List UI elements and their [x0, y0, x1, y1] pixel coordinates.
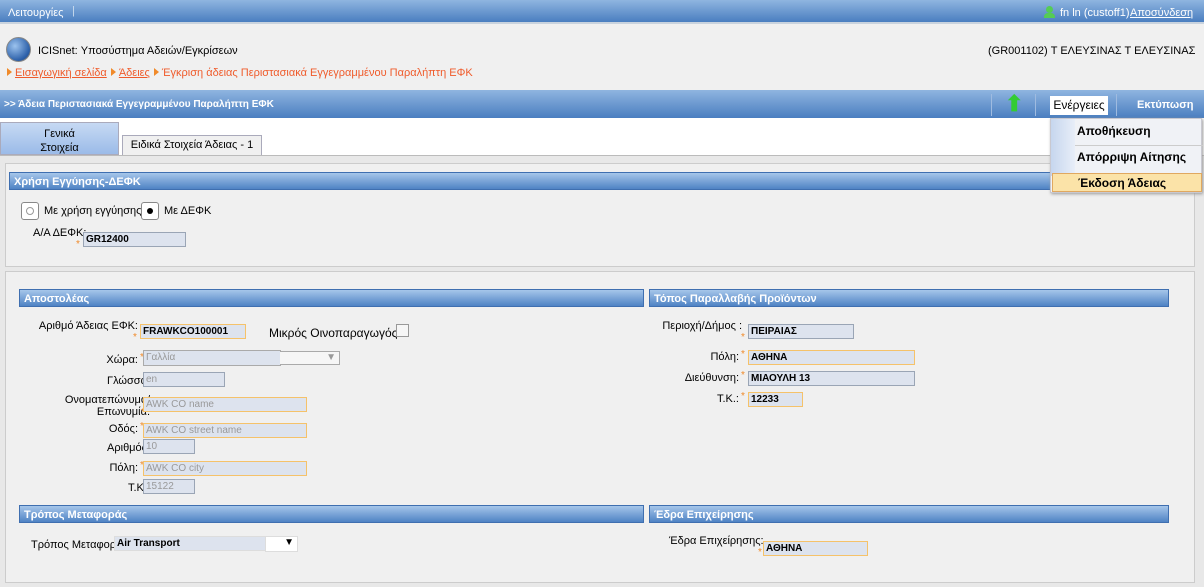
print-button[interactable]: Εκτύπωση	[1137, 99, 1193, 111]
area-input[interactable]: ΠΕΙΡΑΙΑΣ	[748, 324, 854, 339]
top-bar: Λειτουργίες | fn ln (custoff1) Αποσύνδεσ…	[0, 0, 1204, 24]
office-label: (GR001102) Τ ΕΛΕΥΣΙΝΑΣ Τ ΕΛΕΥΣΙΝΑΣ	[988, 45, 1196, 57]
seat-input[interactable]: ΑΘΗΝΑ	[763, 541, 868, 556]
permit-label: Αριθμό Άδειας ΕΦΚ:	[38, 320, 138, 332]
actions-menu: Αποθήκευση Απόρριψη Αίτησης Έκδοση Άδεια…	[1050, 118, 1203, 193]
section-header: Έδρα Επιχείρησης	[649, 505, 1169, 523]
country-label: Χώρα:	[106, 354, 138, 366]
number-label: Αριθμός:	[107, 442, 150, 454]
chevron-down-icon: ▼	[280, 351, 340, 365]
breadcrumb-current: Έγκριση άδειας Περιστασιακά Εγγεγραμμένο…	[161, 67, 473, 79]
menu-item-save[interactable]: Αποθήκευση	[1077, 124, 1151, 138]
tab-label: Ειδικά Στοιχεία Άδειας - 1	[130, 139, 254, 151]
breadcrumb: Εισαγωγική σελίδα Άδειες Έγκριση άδειας …	[6, 67, 473, 79]
action-bar: >> Άδεια Περιστασιακά Εγγεγραμμένου Παρα…	[0, 90, 1204, 118]
tab-special[interactable]: Ειδικά Στοιχεία Άδειας - 1	[122, 135, 262, 156]
small-producer-checkbox[interactable]	[396, 324, 409, 337]
country-select[interactable]: Γαλλία ▼	[143, 350, 340, 366]
address-input[interactable]: ΜΙΑΟΥΛΗ 13	[748, 371, 915, 386]
aa-defk-input[interactable]: GR12400	[83, 232, 186, 247]
user-name: fn ln (custoff1)	[1060, 7, 1130, 19]
zip-label: Τ.Κ.:	[127, 482, 150, 494]
details-panel: Αποστολέας Αριθμό Άδειας ΕΦΚ: * FRAWKCO1…	[5, 271, 1195, 583]
zip-input[interactable]: 15122	[143, 479, 195, 494]
radio-label: Με χρήση εγγύησης	[44, 205, 142, 217]
section-header: Χρήση Εγγύησης-ΔΕΦΚ	[9, 172, 1191, 190]
permit-input[interactable]: FRAWKCO100001	[140, 324, 246, 339]
header: ICISnet: Υποσύστημα Αδειών/Εγκρίσεων (GR…	[0, 24, 1204, 90]
receipt-zip-input[interactable]: 12233	[748, 392, 803, 407]
menu-item-reject[interactable]: Απόρριψη Αίτησης	[1077, 150, 1186, 164]
name-label: Ονοματεπώνυμο/Επωνυμία:	[64, 394, 150, 418]
page-title: >> Άδεια Περιστασιακά Εγγεγραμμένου Παρα…	[4, 99, 274, 110]
city-label: Πόλη:	[109, 462, 138, 474]
guarantee-panel: Χρήση Εγγύησης-ΔΕΦΚ Με χρήση εγγύησης Με…	[5, 163, 1195, 267]
content-area: Χρήση Εγγύησης-ΔΕΦΚ Με χρήση εγγύησης Με…	[0, 155, 1204, 587]
divider: |	[72, 5, 75, 17]
radio-guarantee[interactable]	[21, 202, 39, 220]
name-input[interactable]: AWK CO name	[143, 397, 307, 412]
up-arrow-icon[interactable]: ⬆	[1005, 93, 1023, 115]
small-producer-label: Μικρός Οινοπαραγωγός:	[269, 326, 401, 340]
user-icon	[1044, 6, 1055, 18]
radio-defk[interactable]	[141, 202, 159, 220]
globe-icon	[6, 37, 31, 62]
menu-item-issue[interactable]: Έκδοση Άδειας	[1052, 173, 1202, 192]
breadcrumb-permits[interactable]: Άδειες	[119, 67, 150, 79]
section-header: Τόπος Παραλλαβής Προϊόντων	[649, 289, 1169, 307]
area-label: Περιοχή/Δήμος :	[662, 320, 742, 332]
functions-menu[interactable]: Λειτουργίες	[8, 7, 63, 19]
lang-label: Γλώσσα:	[107, 375, 150, 387]
receipt-city-input[interactable]: ΑΘΗΝΑ	[748, 350, 915, 365]
receipt-zip-label: Τ.Κ.:	[716, 393, 739, 405]
app-title: ICISnet: Υποσύστημα Αδειών/Εγκρίσεων	[38, 45, 238, 57]
seat-label: Έδρα Επιχείρησης:	[669, 535, 764, 547]
transport-select[interactable]: Air Transport ▼	[114, 536, 298, 552]
section-header: Αποστολέας	[19, 289, 644, 307]
actions-button[interactable]: Ενέργειες	[1050, 96, 1108, 115]
tab-general[interactable]: Γενικά Στοιχεία Άδειας	[0, 122, 119, 168]
logout-link[interactable]: Αποσύνδεση	[1130, 7, 1193, 19]
menu-item-label: Έκδοση Άδειας	[1078, 176, 1167, 190]
street-label: Οδός:	[108, 423, 138, 435]
lang-input[interactable]: en	[143, 372, 225, 387]
number-input[interactable]: 10	[143, 439, 195, 454]
chevron-down-icon: ▼	[265, 536, 298, 552]
city-input[interactable]: AWK CO city	[143, 461, 307, 476]
aa-label: Α/Α ΔΕΦΚ:	[33, 227, 87, 239]
address-label: Διεύθυνση:	[684, 372, 739, 384]
street-input[interactable]: AWK CO street name	[143, 423, 307, 438]
radio-label: Με ΔΕΦΚ	[164, 205, 212, 217]
breadcrumb-home[interactable]: Εισαγωγική σελίδα	[15, 67, 107, 79]
section-header: Τρόπος Μεταφοράς	[19, 505, 644, 523]
receipt-city-label: Πόλη:	[710, 351, 739, 363]
